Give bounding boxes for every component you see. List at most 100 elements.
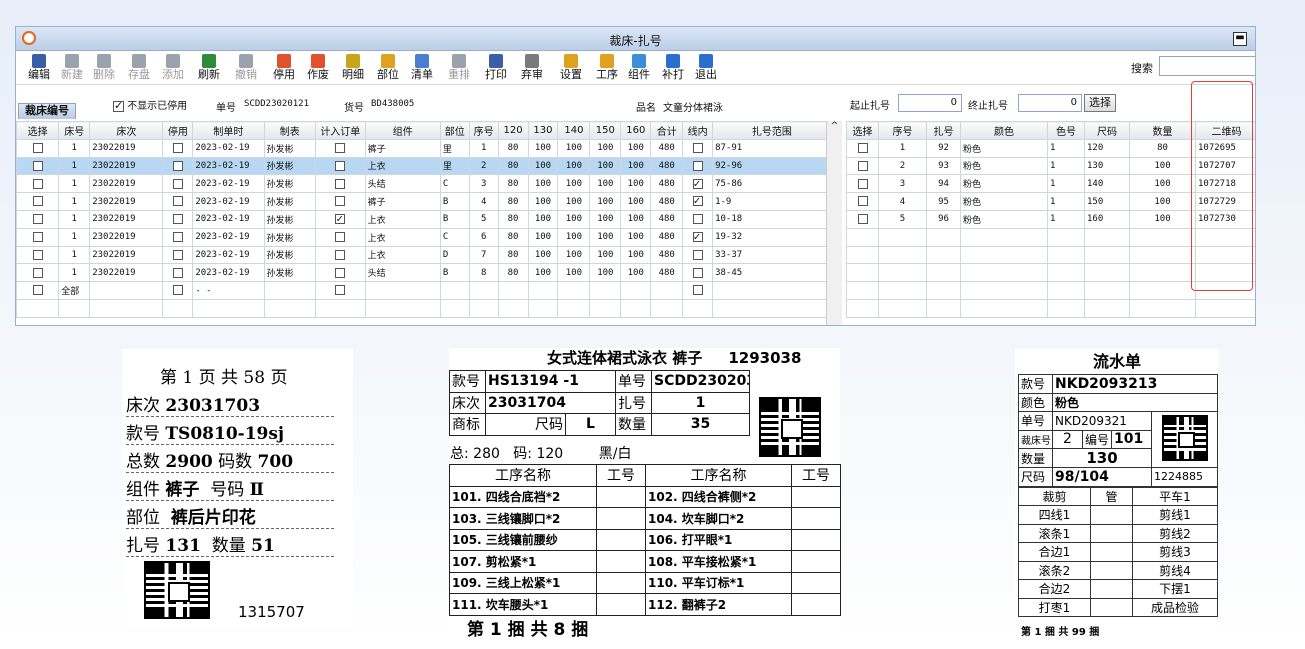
counted-cell[interactable] [315, 245, 366, 265]
checkbox[interactable] [335, 231, 346, 242]
select-button[interactable]: 选择 [1084, 94, 1116, 112]
toolbar-button-exit[interactable]: 退出 [695, 54, 717, 81]
checkbox[interactable] [32, 285, 43, 296]
select-cell[interactable] [16, 156, 60, 176]
checkbox[interactable] [335, 160, 346, 171]
toolbar-button-plus-box[interactable]: 添加 [162, 54, 184, 81]
checkbox[interactable] [172, 160, 183, 171]
inline-cell[interactable] [682, 245, 714, 265]
checkbox[interactable] [857, 196, 868, 207]
toolbar-button-refresh[interactable]: 刷新 [198, 54, 220, 81]
checkbox[interactable] [692, 194, 703, 207]
toolbar-button-settings[interactable]: 设置 [560, 54, 582, 81]
checkbox[interactable] [32, 267, 43, 278]
checkbox[interactable] [32, 231, 43, 242]
stopped-cell[interactable] [162, 156, 194, 176]
stopped-cell[interactable] [162, 192, 194, 211]
column-header[interactable]: 120 [497, 121, 529, 140]
counted-cell[interactable] [315, 174, 366, 194]
toolbar-button-abandon[interactable]: 弃审 [521, 54, 543, 81]
counted-cell[interactable] [315, 192, 366, 211]
select-cell[interactable] [846, 138, 879, 158]
select-cell[interactable] [16, 174, 60, 194]
column-header[interactable]: 序号 [878, 121, 927, 140]
minimize-button[interactable]: ▬ [1233, 32, 1247, 46]
stopped-cell[interactable] [162, 174, 194, 194]
inline-cell[interactable] [682, 281, 714, 300]
toolbar-button-reprint[interactable]: 补打 [662, 54, 684, 81]
select-cell[interactable] [16, 245, 60, 265]
select-cell[interactable] [16, 209, 60, 229]
select-cell[interactable] [846, 209, 879, 229]
stopped-cell[interactable] [162, 245, 194, 265]
checkbox[interactable] [172, 231, 183, 242]
toolbar-button-stop[interactable]: 停用 [273, 54, 295, 81]
column-header[interactable]: 床号 [58, 121, 91, 140]
hide-stopped-checkbox[interactable]: 不显示已停用 [113, 97, 187, 112]
column-header[interactable]: 数量 [1129, 121, 1196, 140]
column-header[interactable]: 线内 [682, 121, 714, 140]
toolbar-button-minus[interactable]: 删除 [93, 54, 115, 81]
checkbox[interactable] [692, 177, 703, 190]
checkbox[interactable] [32, 249, 43, 260]
table-row[interactable]: 1 23022019 2023-02-19 孙发彬 头结 B 8 80 100 100 100 100… [16, 263, 843, 283]
column-header[interactable]: 颜色 [960, 121, 1048, 140]
table-row[interactable]: 1 23022019 2023-02-19 孙发彬 头结 C 3 80 100 100 100 100… [16, 174, 843, 194]
table-row[interactable]: 1 23022019 2023-02-19 孙发彬 裤子 B 4 80 100 100 100 100… [16, 192, 843, 211]
table-row[interactable]: 1 23022019 2023-02-19 孙发彬 上衣 C 6 80 100 100 100 100… [16, 227, 843, 247]
column-header[interactable]: 选择 [846, 121, 879, 140]
inline-cell[interactable] [682, 174, 714, 194]
checkbox[interactable] [857, 160, 868, 171]
column-header[interactable]: 160 [620, 121, 652, 140]
column-header[interactable]: 选择 [16, 121, 60, 140]
checkbox[interactable] [32, 196, 43, 207]
checkbox[interactable] [692, 142, 703, 153]
toolbar-button-void[interactable]: 作废 [307, 54, 329, 81]
table-scrollbar[interactable]: ^ [826, 121, 842, 325]
checkbox[interactable] [32, 142, 43, 153]
table-row[interactable]: 1 23022019 2023-02-19 孙发彬 上衣里 2 80 100 100 100 100… [16, 156, 843, 176]
tab-bed-number[interactable]: 裁床编号 [18, 103, 76, 119]
inline-cell[interactable] [682, 192, 714, 211]
column-header[interactable]: 组件 [364, 121, 441, 140]
toolbar-button-component[interactable]: 组件 [628, 54, 650, 81]
checkbox[interactable] [172, 214, 183, 225]
checkbox[interactable] [172, 285, 183, 296]
select-cell[interactable] [846, 192, 879, 211]
start-bundle-input[interactable]: 0 [898, 94, 962, 112]
toolbar-button-detail[interactable]: 明细 [342, 54, 364, 81]
end-bundle-input[interactable]: 0 [1018, 94, 1082, 112]
column-header[interactable]: 扎号范围 [712, 121, 832, 140]
checkbox[interactable] [172, 142, 183, 153]
inline-cell[interactable] [682, 263, 714, 283]
search-input[interactable] [1159, 56, 1255, 76]
counted-cell[interactable] [315, 263, 366, 283]
stopped-cell[interactable] [162, 227, 194, 247]
counted-cell[interactable] [315, 209, 366, 229]
checkbox[interactable] [32, 178, 43, 189]
select-all-cell[interactable] [16, 281, 60, 300]
inline-cell[interactable] [682, 156, 714, 176]
stopped-cell[interactable] [162, 209, 194, 229]
column-header[interactable]: 尺码 [1084, 121, 1130, 140]
checkbox[interactable] [692, 230, 703, 243]
checkbox[interactable] [335, 212, 346, 225]
checkbox[interactable] [172, 249, 183, 260]
table-row[interactable]: 1 23022019 2023-02-19 孙发彬 裤子里 1 80 100 100 100 100… [16, 138, 843, 158]
select-cell[interactable] [16, 138, 60, 158]
inline-cell[interactable] [682, 209, 714, 229]
checkbox[interactable] [857, 214, 868, 225]
column-header[interactable]: 扎号 [926, 121, 961, 140]
column-header[interactable]: 制表 [263, 121, 317, 140]
counted-cell[interactable] [315, 227, 366, 247]
column-header[interactable]: 130 [527, 121, 559, 140]
checkbox[interactable] [32, 214, 43, 225]
checkbox[interactable] [335, 178, 346, 189]
select-cell[interactable] [16, 192, 60, 211]
column-header[interactable]: 序号 [468, 121, 499, 140]
inline-cell[interactable] [682, 227, 714, 247]
stopped-cell[interactable] [162, 281, 194, 300]
toolbar-button-print[interactable]: 打印 [485, 54, 507, 81]
checkbox[interactable] [692, 285, 703, 296]
toolbar-button-rearrange[interactable]: 重排 [448, 54, 470, 81]
